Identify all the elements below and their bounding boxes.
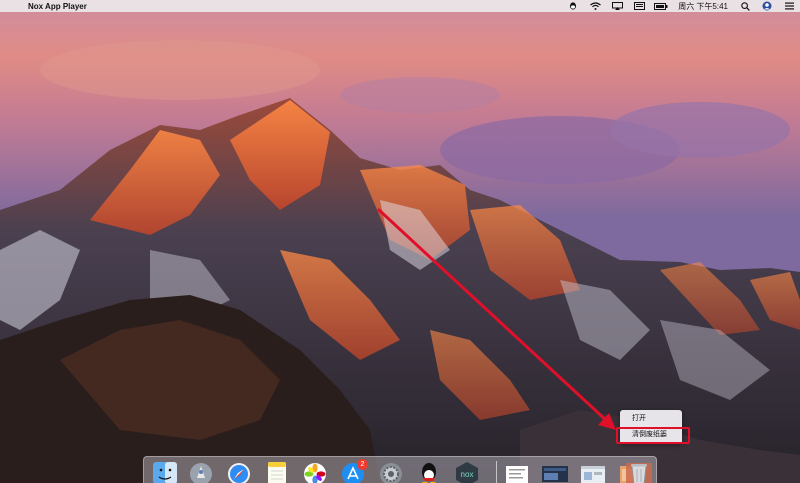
wifi-icon[interactable] <box>588 0 602 12</box>
menu-list-icon[interactable] <box>782 0 796 12</box>
safari-icon[interactable] <box>224 460 254 483</box>
keyboard-icon[interactable] <box>632 0 646 12</box>
battery-icon[interactable] <box>654 0 668 12</box>
nox-icon[interactable]: nox <box>452 460 482 483</box>
trash-context-menu: 打开 清倒废纸篓 <box>620 410 682 444</box>
dock: 2 nox <box>143 456 657 483</box>
menu-item-empty-trash[interactable]: 清倒废纸篓 <box>620 429 682 441</box>
app-name-menu[interactable]: Nox App Player <box>28 2 87 11</box>
dock-divider <box>496 461 497 483</box>
menu-item-open[interactable]: 打开 <box>620 413 682 425</box>
search-icon[interactable] <box>738 0 752 12</box>
launchpad-icon[interactable] <box>186 460 216 483</box>
trash-icon[interactable] <box>618 460 658 483</box>
document-thumbnail[interactable] <box>502 460 532 483</box>
notes-icon[interactable] <box>262 460 292 483</box>
status-area: 周六 下午5:41 <box>562 0 800 12</box>
finder-icon[interactable] <box>150 460 180 483</box>
app-store-icon[interactable]: 2 <box>338 459 368 483</box>
menu-bar: Nox App Player 周六 下午5:41 <box>0 0 800 12</box>
qq-app-icon[interactable] <box>414 460 444 483</box>
system-preferences-icon[interactable] <box>376 460 406 483</box>
airplay-icon[interactable] <box>610 0 624 12</box>
photos-icon[interactable] <box>300 460 330 483</box>
window-thumbnail[interactable] <box>578 460 608 483</box>
qq-icon[interactable] <box>566 0 580 12</box>
svg-text:nox: nox <box>461 470 474 479</box>
menubar-clock[interactable]: 周六 下午5:41 <box>678 1 728 12</box>
user-icon[interactable] <box>760 0 774 12</box>
screen-thumbnail[interactable] <box>540 460 570 483</box>
app-store-badge: 2 <box>357 459 368 470</box>
